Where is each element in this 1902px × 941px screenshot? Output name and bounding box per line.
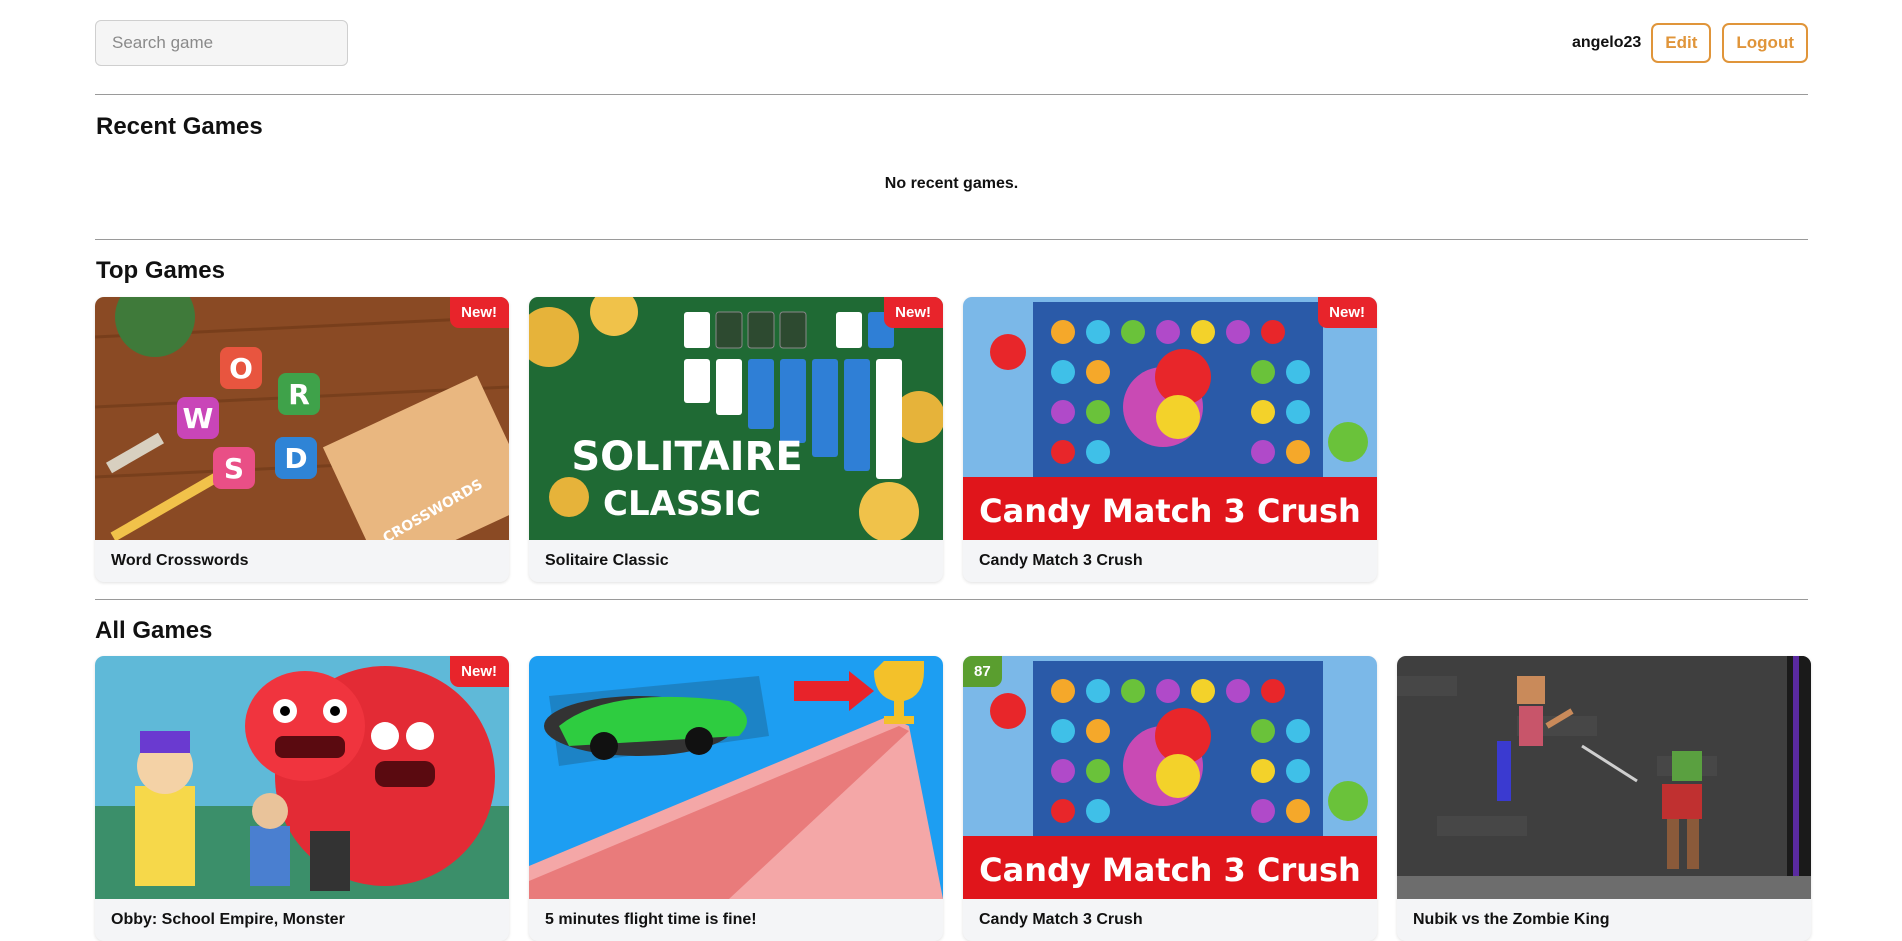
candy-match-thumbnail[interactable]: Candy Match 3 Crush — [963, 656, 1377, 899]
top-games-section: Top Games New! W O R D S CROSSWORDS Word… — [95, 239, 1808, 600]
game-card-candy-match[interactable]: 87 Candy Match 3 Crush Candy Match 3 Cru… — [963, 656, 1377, 941]
recent-empty-message: No recent games. — [884, 175, 1019, 192]
solitaire-classic-thumbnail[interactable]: SOLITAIRE CLASSIC — [529, 297, 943, 540]
search-input[interactable] — [95, 20, 348, 66]
new-badge: New! — [450, 656, 509, 687]
all-games-title: All Games — [95, 617, 213, 644]
game-title[interactable]: Candy Match 3 Crush — [963, 540, 1377, 582]
new-badge: New! — [1318, 297, 1377, 328]
edit-button[interactable]: Edit — [1651, 23, 1712, 63]
thumb-letter: W — [183, 402, 214, 435]
thumb-caption: CLASSIC — [603, 484, 761, 524]
new-badge: New! — [884, 297, 943, 328]
word-crosswords-thumbnail[interactable]: W O R D S CROSSWORDS — [95, 297, 509, 540]
username: angelo23 — [1571, 34, 1642, 51]
top-bar: angelo23 Edit Logout — [95, 0, 1808, 95]
thumb-caption: Candy Match 3 Crush — [979, 492, 1361, 530]
logout-button[interactable]: Logout — [1722, 23, 1808, 63]
recent-games-title: Recent Games — [96, 113, 263, 140]
game-card-solitaire-classic[interactable]: New! SOLITAIRE CLASSIC Solitaire Classic — [529, 297, 943, 582]
game-title[interactable]: Word Crosswords — [95, 540, 509, 582]
thumb-caption: SOLITAIRE — [571, 434, 802, 480]
thumb-letter: S — [224, 452, 244, 485]
thumb-caption: Candy Match 3 Crush — [979, 851, 1361, 889]
recent-games-section: Recent Games No recent games. — [95, 94, 1808, 240]
game-title[interactable]: Candy Match 3 Crush — [963, 899, 1377, 941]
score-badge: 87 — [963, 656, 1002, 687]
all-games-row: New! Obby: School Empire, Monster 5 minu… — [95, 656, 1811, 941]
nubik-zombie-thumbnail[interactable] — [1397, 656, 1811, 899]
game-card-word-crosswords[interactable]: New! W O R D S CROSSWORDS Word Crossword… — [95, 297, 509, 582]
game-title[interactable]: 5 minutes flight time is fine! — [529, 899, 943, 941]
game-card-nubik-zombie[interactable]: Nubik vs the Zombie King — [1397, 656, 1811, 941]
thumb-letter: R — [288, 378, 310, 411]
game-card-candy-match[interactable]: New! Candy Match 3 Crush Candy Match 3 C… — [963, 297, 1377, 582]
user-box: angelo23 Edit Logout — [1572, 23, 1808, 63]
thumb-letter: D — [284, 442, 307, 475]
game-card-obby[interactable]: New! Obby: School Empire, Monster — [95, 656, 509, 941]
thumb-letter: O — [229, 352, 253, 385]
game-title[interactable]: Solitaire Classic — [529, 540, 943, 582]
car-flight-thumbnail[interactable] — [529, 656, 943, 899]
all-games-section: All Games New! Obby: School Empire, Mons… — [95, 600, 1811, 941]
game-card-car-flight[interactable]: 5 minutes flight time is fine! — [529, 656, 943, 941]
obby-monster-thumbnail[interactable] — [95, 656, 509, 899]
top-games-row: New! W O R D S CROSSWORDS Word Crossword… — [95, 297, 1377, 582]
new-badge: New! — [450, 297, 509, 328]
game-title[interactable]: Nubik vs the Zombie King — [1397, 899, 1811, 941]
top-games-title: Top Games — [96, 257, 225, 284]
candy-match-thumbnail[interactable]: Candy Match 3 Crush — [963, 297, 1377, 540]
game-title[interactable]: Obby: School Empire, Monster — [95, 899, 509, 941]
